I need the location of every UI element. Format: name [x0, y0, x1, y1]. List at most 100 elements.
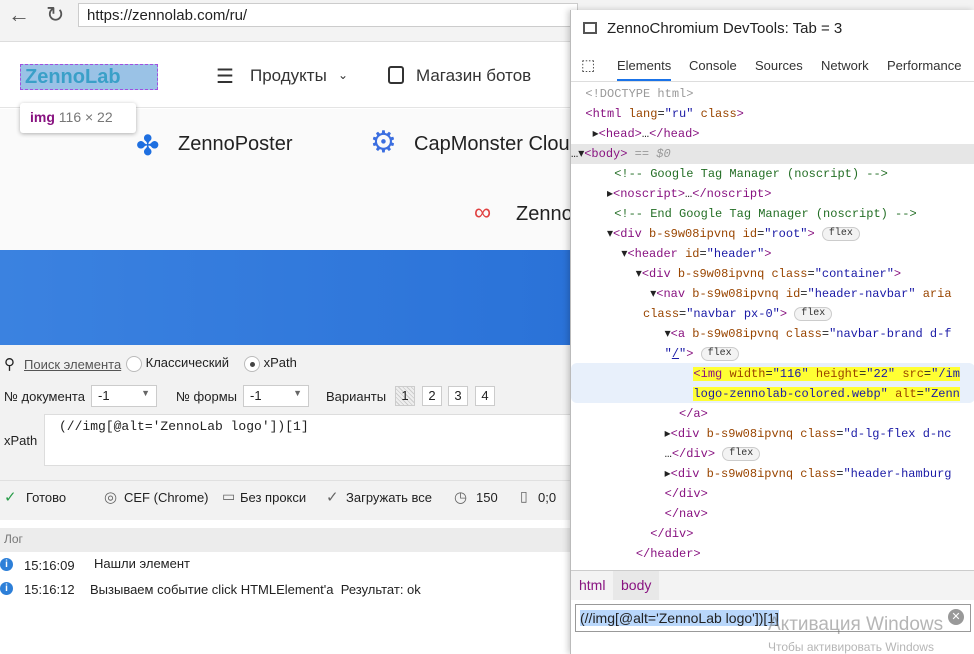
- zennodroid-icon: ∞: [474, 199, 492, 226]
- tab-network[interactable]: Network: [821, 58, 869, 73]
- clock-icon: ◷: [454, 489, 468, 506]
- devtools-titlebar: ZennoChromium DevTools: Tab = 3: [571, 10, 974, 50]
- mode-xpath-radio[interactable]: xPath: [244, 355, 297, 372]
- inspect-icon[interactable]: ⬚: [581, 56, 595, 74]
- variant-4[interactable]: 4: [475, 386, 495, 406]
- capmonster-icon: ⚙: [370, 126, 397, 159]
- dom-line[interactable]: </nav>: [571, 504, 974, 524]
- dom-line[interactable]: <!-- End Google Tag Manager (noscript) -…: [571, 204, 974, 224]
- dom-line[interactable]: ▾<header id="header">: [571, 244, 974, 264]
- dom-line[interactable]: ▾<nav b-s9w08ipvnq id="header-navbar" ar…: [571, 284, 974, 304]
- dom-line[interactable]: …</div> flex: [571, 444, 974, 464]
- devtools-tabs: ⬚ Elements Console Sources Network Perfo…: [571, 50, 974, 82]
- dom-line: <img width="116" height="22" src="/im: [693, 367, 960, 381]
- dom-line[interactable]: ▾<a b-s9w08ipvnq class="navbar-brand d-f: [571, 324, 974, 344]
- reload-icon[interactable]: ↻: [46, 2, 64, 28]
- product-capmonster[interactable]: CapMonster Cloud: [414, 133, 581, 156]
- log-header: Лог: [0, 528, 574, 552]
- dom-line-selected[interactable]: …▾<body> == $0: [571, 144, 974, 164]
- log-time: 15:16:12: [24, 582, 75, 597]
- mouse-icon: ▯: [520, 488, 528, 504]
- dom-line[interactable]: class="navbar px-0"> flex: [571, 304, 974, 324]
- check-circle-icon: ✓: [4, 489, 17, 506]
- xpath-input[interactable]: (//img[@alt='ZennoLab logo'])[1]: [44, 414, 574, 466]
- info-icon: i: [0, 582, 13, 595]
- window-icon: [583, 22, 597, 34]
- back-icon[interactable]: ←: [8, 2, 30, 28]
- breadcrumb-html[interactable]: html: [579, 577, 605, 593]
- zennolab-logo[interactable]: ZennoLab: [20, 64, 158, 90]
- dom-line[interactable]: ▾<div b-s9w08ipvnq class="container">: [571, 264, 974, 284]
- breadcrumb-body[interactable]: body: [613, 571, 660, 600]
- nav-shop[interactable]: Магазин ботов: [416, 66, 531, 86]
- dom-line: <!DOCTYPE html>: [571, 87, 694, 101]
- dom-line[interactable]: </a>: [571, 404, 974, 424]
- flex-badge[interactable]: flex: [700, 346, 739, 361]
- zennoposter-icon: ✤: [136, 130, 160, 161]
- hamburger-icon[interactable]: ☰: [216, 64, 234, 89]
- chrome-icon: ◎: [104, 489, 118, 506]
- mode-classic-radio[interactable]: Классический: [126, 355, 229, 372]
- variant-1[interactable]: 1: [395, 386, 415, 406]
- search-element-link[interactable]: Поиск элемента: [24, 357, 121, 372]
- watermark-line1: Активация Windows: [768, 614, 944, 635]
- dom-line[interactable]: ▸<div b-s9w08ipvnq class="d-lg-flex d-nc: [571, 424, 974, 444]
- dom-line: logo-zennolab-colored.webp" alt="Zenn: [693, 387, 960, 401]
- devtools-window: ZennoChromium DevTools: Tab = 3 ⬚ Elemen…: [570, 10, 974, 654]
- element-tooltip: img 116 × 22: [20, 103, 136, 133]
- dom-line[interactable]: </div>: [571, 524, 974, 544]
- dom-line[interactable]: "/"> flex: [571, 344, 974, 364]
- watermark-line2: Чтобы активировать Windows: [768, 640, 934, 654]
- mode-xpath-label: xPath: [263, 355, 297, 370]
- tooltip-tag: img: [30, 109, 55, 125]
- status-timeout[interactable]: 150: [476, 490, 498, 505]
- dom-line[interactable]: <!-- Google Tag Manager (noscript) -->: [571, 164, 974, 184]
- variants-label: Варианты: [326, 389, 387, 404]
- mode-classic-label: Классический: [145, 355, 229, 370]
- selected-marker: == $0: [634, 147, 671, 161]
- flex-badge[interactable]: flex: [821, 226, 860, 241]
- variant-3[interactable]: 3: [448, 386, 468, 406]
- tab-elements[interactable]: Elements: [617, 58, 672, 81]
- status-coords: 0;0: [538, 490, 557, 505]
- product-zennoposter[interactable]: ZennoPoster: [178, 133, 293, 156]
- proxy-icon: ▭: [222, 488, 236, 504]
- status-proxy[interactable]: Без прокси: [240, 490, 306, 505]
- nav-products[interactable]: Продукты: [250, 66, 327, 86]
- status-ready: Готово: [26, 490, 67, 505]
- search-icon: ⚲: [4, 356, 15, 373]
- dom-line[interactable]: ▸<div b-s9w08ipvnq class="header-hamburg: [571, 464, 974, 484]
- form-value: -1: [250, 388, 262, 403]
- breadcrumb: html body: [571, 570, 974, 600]
- tab-console[interactable]: Console: [689, 58, 737, 73]
- status-load[interactable]: Загружать все: [346, 490, 432, 505]
- load-check-icon: ✓: [326, 489, 339, 506]
- flex-badge[interactable]: flex: [722, 446, 761, 461]
- variant-2[interactable]: 2: [422, 386, 442, 406]
- dom-search-value: (//img[@alt='ZennoLab logo'])[1]: [580, 610, 779, 626]
- log-text: Вызываем событие click HTMLElement'a Рез…: [90, 582, 421, 597]
- doc-value: -1: [98, 388, 110, 403]
- log-time: 15:16:09: [24, 558, 75, 573]
- dom-line[interactable]: </header>: [571, 544, 974, 564]
- status-bar: ✓ Готово ◎ CEF (Chrome) ▭ Без прокси ✓ З…: [0, 480, 574, 514]
- tab-performance[interactable]: Performance: [887, 58, 961, 73]
- url-input[interactable]: https://zennolab.com/ru/: [78, 3, 578, 27]
- flex-badge[interactable]: flex: [794, 306, 833, 321]
- doc-select[interactable]: -1 ▼: [91, 385, 157, 407]
- tooltip-size: 116 × 22: [58, 109, 113, 125]
- dom-tree: <!DOCTYPE html> <html lang="ru" class> ▸…: [571, 82, 974, 572]
- tab-sources[interactable]: Sources: [755, 58, 803, 73]
- status-engine[interactable]: CEF (Chrome): [124, 490, 209, 505]
- form-label: № формы: [176, 389, 237, 404]
- xpath-label: xPath: [4, 433, 38, 448]
- dom-line[interactable]: ▾<div b-s9w08ipvnq id="root"> flex: [571, 224, 974, 244]
- dom-line[interactable]: ▸<head>…</head>: [571, 124, 974, 144]
- devtools-title: ZennoChromium DevTools: Tab = 3: [607, 20, 843, 37]
- dom-line[interactable]: ▸<noscript>…</noscript>: [571, 184, 974, 204]
- bag-icon: [388, 66, 404, 84]
- dom-line[interactable]: </div>: [571, 484, 974, 504]
- form-select[interactable]: -1 ▼: [243, 385, 309, 407]
- doc-label: № документа: [4, 389, 85, 404]
- dom-line[interactable]: <html lang="ru" class>: [571, 104, 974, 124]
